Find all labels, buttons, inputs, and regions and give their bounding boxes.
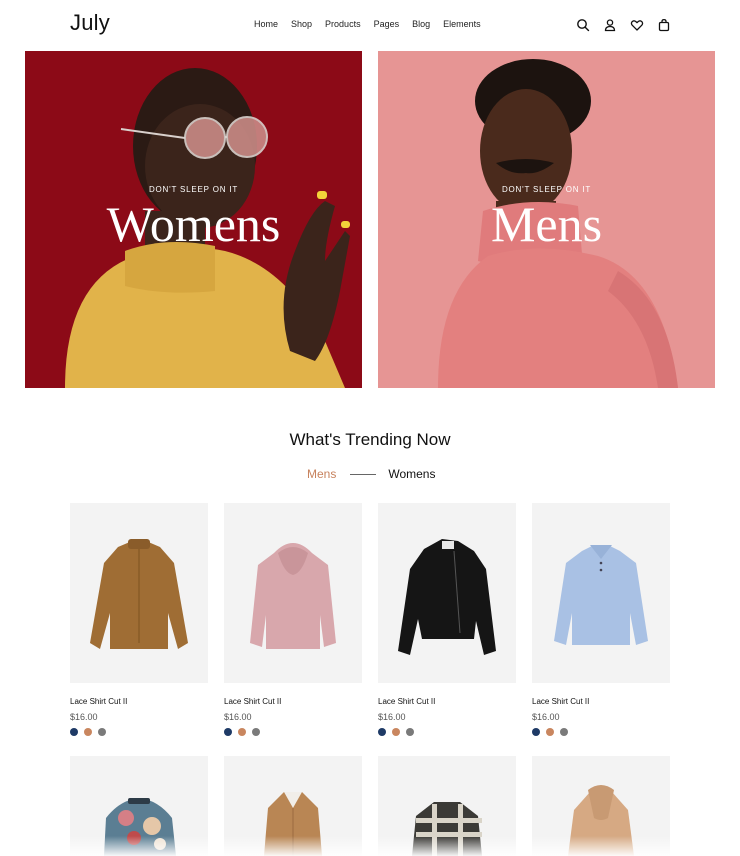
color-swatches	[224, 728, 362, 736]
hero-mens-banner[interactable]: DON'T SLEEP ON IT Mens	[378, 51, 715, 388]
color-swatches	[378, 728, 516, 736]
nav-home[interactable]: Home	[254, 19, 278, 29]
product-image-polo-sweater-blue[interactable]	[532, 503, 670, 683]
nav-elements[interactable]: Elements	[443, 19, 481, 29]
product-price: $16.00	[70, 712, 98, 722]
swatch-navy[interactable]	[224, 728, 232, 736]
tab-divider-line	[350, 473, 377, 475]
product-price: $16.00	[378, 712, 406, 722]
swatch-grey[interactable]	[98, 728, 106, 736]
product-image-leather-jacket-black[interactable]	[378, 503, 516, 683]
hero-womens-banner[interactable]: DON'T SLEEP ON IT Womens	[25, 51, 362, 388]
nav-products[interactable]: Products	[325, 19, 361, 29]
wishlist-heart-icon[interactable]	[630, 18, 644, 32]
mens-title[interactable]: Mens	[378, 199, 715, 249]
main-nav: Home Shop Products Pages Blog Elements	[254, 19, 494, 29]
swatch-navy[interactable]	[378, 728, 386, 736]
site-header: July Home Shop Products Pages Blog Eleme…	[0, 0, 740, 50]
account-icon[interactable]	[603, 18, 617, 32]
header-icons	[576, 18, 671, 32]
nav-pages[interactable]: Pages	[374, 19, 400, 29]
tab-mens[interactable]: Mens	[307, 467, 336, 481]
bottom-fade	[0, 836, 740, 856]
swatch-tan[interactable]	[392, 728, 400, 736]
product-name[interactable]: Lace Shirt Cut II	[224, 697, 362, 706]
product-image-hoodie-pink[interactable]	[224, 503, 362, 683]
swatch-grey[interactable]	[560, 728, 568, 736]
nav-shop[interactable]: Shop	[291, 19, 312, 29]
product-name[interactable]: Lace Shirt Cut II	[70, 697, 208, 706]
swatch-tan[interactable]	[238, 728, 246, 736]
product-card: Lace Shirt Cut II $16.00	[378, 503, 516, 736]
swatch-tan[interactable]	[84, 728, 92, 736]
womens-title[interactable]: Womens	[25, 199, 362, 249]
product-image-jacket-brown[interactable]	[70, 503, 208, 683]
mens-kicker: DON'T SLEEP ON IT	[501, 185, 592, 194]
search-icon[interactable]	[576, 18, 590, 32]
trending-heading: What's Trending Now	[289, 430, 451, 449]
swatch-grey[interactable]	[406, 728, 414, 736]
nav-blog[interactable]: Blog	[412, 19, 430, 29]
product-name[interactable]: Lace Shirt Cut II	[532, 697, 670, 706]
product-card: Lace Shirt Cut II $16.00	[70, 503, 208, 736]
womens-kicker: DON'T SLEEP ON IT	[148, 185, 239, 194]
product-card: Lace Shirt Cut II $16.00	[224, 503, 362, 736]
trending-tabs: Mens Womens	[307, 467, 435, 481]
swatch-navy[interactable]	[70, 728, 78, 736]
product-price: $16.00	[224, 712, 252, 722]
swatch-tan[interactable]	[546, 728, 554, 736]
swatch-navy[interactable]	[532, 728, 540, 736]
color-swatches	[70, 728, 208, 736]
swatch-grey[interactable]	[252, 728, 260, 736]
color-swatches	[532, 728, 670, 736]
product-price: $16.00	[532, 712, 560, 722]
logo[interactable]: July	[70, 10, 110, 36]
cart-bag-icon[interactable]	[657, 18, 671, 32]
product-name[interactable]: Lace Shirt Cut II	[378, 697, 516, 706]
tab-womens[interactable]: Womens	[388, 467, 435, 481]
product-card: Lace Shirt Cut II $16.00	[532, 503, 670, 736]
